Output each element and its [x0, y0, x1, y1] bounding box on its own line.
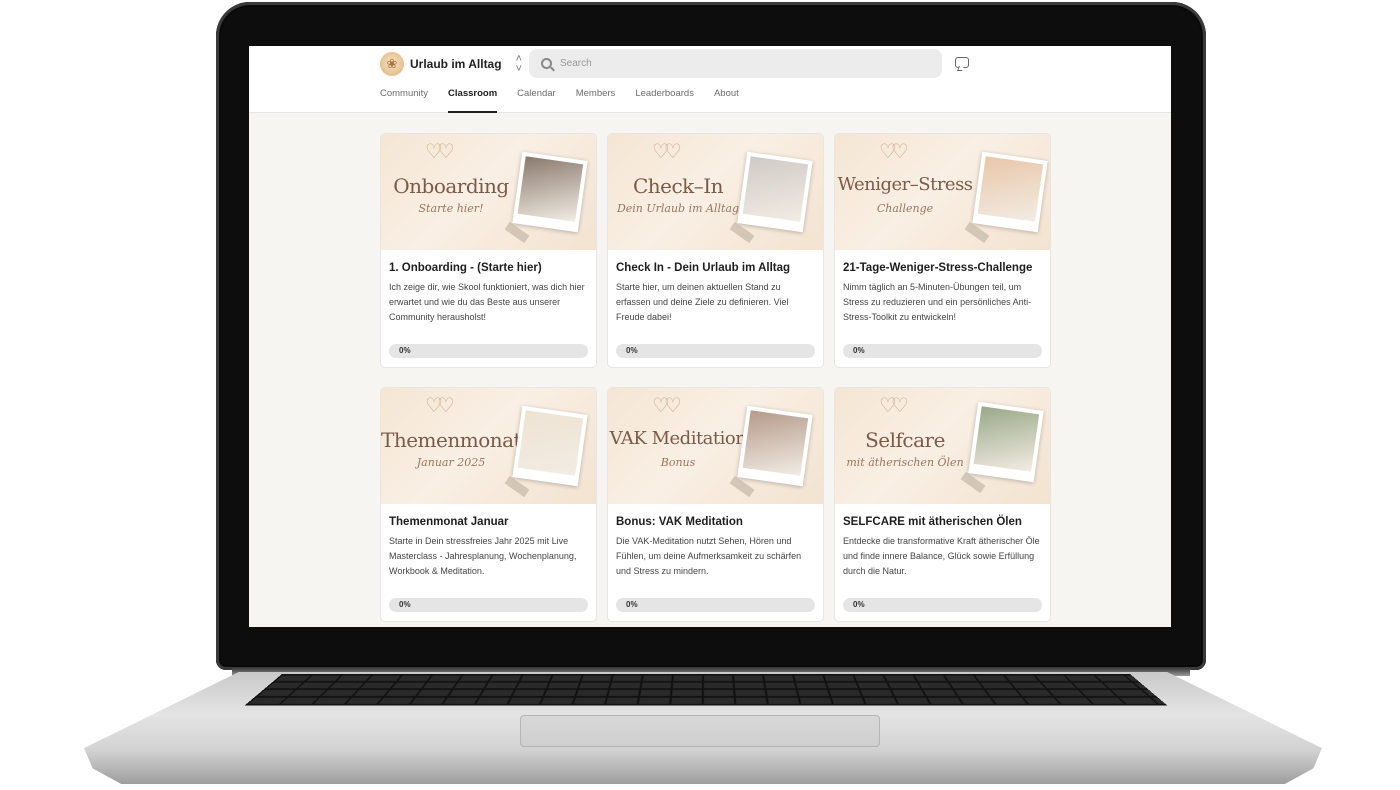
cover-photo: [737, 405, 813, 487]
community-switcher[interactable]: ❀ Urlaub im Alltag ˄ ˅: [380, 52, 522, 76]
hearts-icon: ♡♡: [425, 395, 455, 417]
progress-label: 0%: [399, 600, 411, 609]
course-description: Starte in Dein stressfreies Jahr 2025 mi…: [389, 536, 577, 576]
tab-calendar[interactable]: Calendar: [517, 88, 556, 113]
course-card[interactable]: ♡♡ Selfcare mit ätherischen Ölen SELFCARE m…: [834, 387, 1051, 622]
progress-label: 0%: [853, 346, 865, 355]
search-icon: [541, 58, 552, 69]
course-progress-bar: 0%: [616, 344, 815, 358]
photo-image: [742, 410, 809, 476]
cover-subtitle: Starte hier!: [418, 202, 484, 215]
photo-image: [517, 410, 584, 476]
progress-label: 0%: [626, 600, 638, 609]
course-cover: ♡♡ Weniger–Stress Challenge: [835, 134, 1050, 250]
cover-subtitle: Challenge: [876, 202, 934, 215]
course-description: Ich zeige dir, wie Skool funktioniert, w…: [389, 282, 585, 322]
photo-tape: [504, 475, 530, 498]
photo-tape: [960, 471, 986, 494]
app-header: ❀ Urlaub im Alltag ˄˅ Community Classroom…: [249, 46, 1171, 113]
course-body: SELFCARE mit ätherischen Ölen Entdecke di…: [835, 516, 1050, 582]
course-card[interactable]: ♡♡ Weniger–Stress Challenge 21-Tage-Weniger…: [834, 133, 1051, 368]
photo-tape: [729, 221, 755, 244]
tab-community[interactable]: Community: [380, 88, 428, 113]
course-body: 21-Tage-Weniger-Stress-Challenge Nimm täg…: [835, 262, 1050, 328]
hearts-icon: ♡♡: [425, 141, 455, 163]
cover-title: Weniger–Stress: [837, 174, 973, 195]
course-title: Bonus: VAK Meditation: [616, 516, 743, 528]
cover-subtitle: mit ätherischen Ölen: [846, 456, 964, 469]
course-description: Die VAK-Meditation nutzt Sehen, Hören un…: [616, 536, 802, 576]
tab-members[interactable]: Members: [576, 88, 616, 113]
photo-image: [973, 406, 1040, 472]
course-cover: ♡♡ VAK Meditation Bonus: [608, 388, 823, 504]
photo-tape: [729, 475, 755, 498]
course-title: Check In - Dein Urlaub im Alltag: [616, 262, 791, 274]
search-bar[interactable]: [529, 49, 942, 78]
course-body: Bonus: VAK Meditation Die VAK-Meditation …: [608, 516, 823, 582]
course-cover: ♡♡ Check–In Dein Urlaub im Alltag: [608, 134, 823, 250]
tab-about[interactable]: About: [714, 88, 739, 113]
cover-title: VAK Meditation: [609, 428, 747, 449]
photo-image: [742, 156, 809, 222]
course-cover: ♡♡ Selfcare mit ätherischen Ölen: [835, 388, 1050, 504]
progress-label: 0%: [626, 346, 638, 355]
cover-photo: [512, 405, 588, 487]
progress-label: 0%: [853, 600, 865, 609]
course-progress-bar: 0%: [616, 598, 815, 612]
course-card[interactable]: ♡♡ Onboarding Starte hier! 1. Onboarding - …: [380, 133, 597, 368]
hearts-icon: ♡♡: [879, 141, 909, 163]
cover-title: Themenmonat: [381, 428, 522, 452]
laptop-trackpad: [520, 715, 880, 747]
hearts-icon: ♡♡: [879, 395, 909, 417]
chat-icon[interactable]: [955, 57, 969, 68]
course-progress-bar: 0%: [389, 344, 588, 358]
course-progress-bar: 0%: [843, 598, 1042, 612]
course-card[interactable]: ♡♡ Check–In Dein Urlaub im Alltag Check In …: [607, 133, 824, 368]
cover-title: Selfcare: [865, 428, 945, 452]
cover-title: Check–In: [632, 174, 724, 198]
nav-tabs: Community Classroom Calendar Members Leaderb…: [380, 88, 739, 113]
progress-label: 0%: [399, 346, 411, 355]
cover-photo: [968, 401, 1044, 483]
course-body: 1. Onboarding - (Starte hier) Ich zeige d…: [381, 262, 596, 328]
photo-tape: [964, 221, 990, 244]
laptop-screen: ❀ Urlaub im Alltag ˄˅ Community Classroom…: [249, 46, 1171, 627]
course-title: Themenmonat Januar: [389, 516, 509, 528]
tab-classroom[interactable]: Classroom: [448, 88, 498, 113]
hearts-icon: ♡♡: [652, 141, 682, 163]
cover-subtitle: Januar 2025: [416, 456, 486, 469]
cover-subtitle: Bonus: [660, 456, 696, 469]
tab-leaderboards[interactable]: Leaderboards: [635, 88, 694, 113]
course-body: Themenmonat Januar Starte in Dein stressf…: [381, 516, 596, 582]
course-body: Check In - Dein Urlaub im Alltag Starte h…: [608, 262, 823, 328]
course-description: Entdecke die transformative Kraft ätheri…: [843, 536, 1040, 576]
laptop-keyboard: [244, 674, 1168, 706]
cover-title: Onboarding: [393, 174, 509, 198]
course-description: Starte hier, um deinen aktuellen Stand z…: [616, 282, 789, 322]
course-title: 1. Onboarding - (Starte hier): [389, 262, 542, 274]
community-logo: ❀: [380, 52, 404, 76]
cover-photo: [737, 151, 813, 233]
cover-photo: [972, 151, 1048, 233]
course-title: 21-Tage-Weniger-Stress-Challenge: [843, 262, 1033, 274]
photo-image: [977, 156, 1044, 222]
course-card[interactable]: ♡♡ Themenmonat Januar 2025 Themenmonat Janu…: [380, 387, 597, 622]
course-description: Nimm täglich an 5-Minuten-Übungen teil, …: [843, 282, 1032, 322]
course-title: SELFCARE mit ätherischen Ölen: [843, 516, 1022, 528]
hearts-icon: ♡♡: [652, 395, 682, 417]
course-card[interactable]: ♡♡ VAK Meditation Bonus Bonus: VAK Meditati…: [607, 387, 824, 622]
photo-image: [517, 156, 584, 222]
cover-photo: [512, 151, 588, 233]
community-name: Urlaub im Alltag: [410, 57, 502, 71]
course-cover: ♡♡ Onboarding Starte hier!: [381, 134, 596, 250]
course-progress-bar: 0%: [843, 344, 1042, 358]
photo-tape: [504, 221, 530, 244]
course-progress-bar: 0%: [389, 598, 588, 612]
search-input[interactable]: [560, 58, 920, 69]
chevron-updown-icon[interactable]: ˄ ˅: [516, 54, 522, 75]
cover-subtitle: Dein Urlaub im Alltag: [616, 202, 740, 215]
course-cover: ♡♡ Themenmonat Januar 2025: [381, 388, 596, 504]
